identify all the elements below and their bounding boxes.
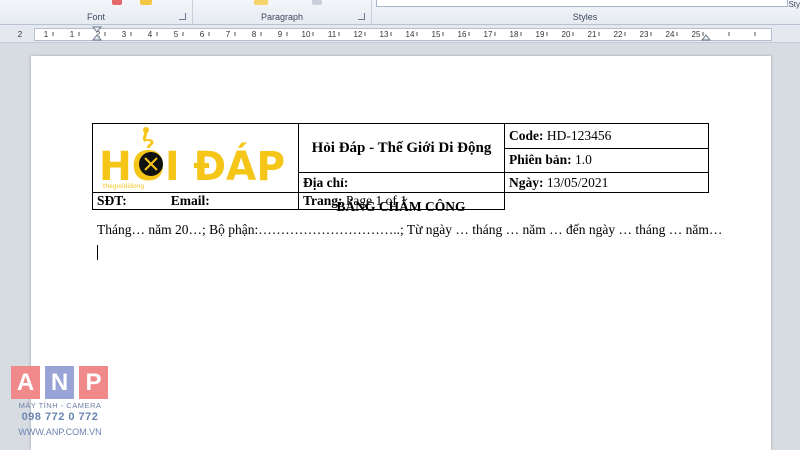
code-value: HD-123456 [543, 127, 612, 143]
ruler-number: 12 [354, 30, 363, 39]
ruler-number: 22 [614, 30, 623, 39]
ruler-number: 21 [588, 30, 597, 39]
styles-group-label: Styles [572, 12, 598, 22]
anp-tile-n: N [45, 366, 74, 399]
ruler-number: 2 [18, 30, 23, 39]
anp-phone: 098 772 0 772 [21, 411, 99, 423]
ruler-number: 1 [44, 30, 49, 39]
font-group-label: Font [86, 12, 105, 22]
ruler-number: 4 [148, 30, 153, 39]
paragraph-group: Paragraph [193, 0, 372, 24]
ruler-number: 23 [640, 30, 649, 39]
hoidap-logo-icon: HỎI ĐÁP thegioididong [99, 127, 285, 190]
ruler-number: 11 [328, 30, 337, 39]
code-label: Code: [509, 127, 544, 143]
ruler-number: 1 [70, 30, 75, 39]
version-value: 1.0 [571, 152, 592, 168]
ruler-number: 14 [406, 30, 415, 39]
ruler-number: 9 [278, 30, 283, 39]
anp-tile-a: A [11, 366, 40, 399]
ruler-number: 8 [252, 30, 257, 39]
text-cursor [97, 245, 98, 260]
paragraph-group-label: Paragraph [260, 12, 304, 22]
code-cell: Code: HD-123456 [504, 123, 709, 149]
logo-antenna-tip [143, 127, 149, 133]
font-dialog-launcher-icon[interactable] [179, 13, 186, 20]
ruler-number: 6 [200, 30, 205, 39]
version-label: Phiên bản: [509, 152, 572, 168]
ruler-number: 20 [562, 30, 571, 39]
ruler-number: 3 [122, 30, 127, 39]
address-cell: Địa chỉ: [298, 172, 505, 193]
version-cell: Phiên bản: 1.0 [504, 147, 709, 174]
ruler-number: 24 [666, 30, 675, 39]
doc-title: BẢNG CHẤM CÔNG [336, 199, 466, 214]
anp-tile-p: P [79, 366, 108, 399]
ruler-number: 16 [458, 30, 467, 39]
date-label: Ngày: [509, 174, 544, 190]
anp-watermark: A N P MÁY TÍNH - CAMERA 098 772 0 772 WW… [11, 366, 109, 444]
ruler-number: 15 [432, 30, 441, 39]
doc-line-month-department: Tháng… năm 20…; Bộ phận:…………………………..; Từ… [97, 222, 723, 237]
paragraph-dialog-launcher-icon[interactable] [358, 13, 365, 20]
company-title: Hỏi Đáp - Thế Giới Di Động [298, 122, 505, 174]
address-label: Địa chỉ: [303, 174, 349, 190]
ribbon: Font Paragraph Styles Sty [0, 0, 800, 25]
ruler-number: 18 [510, 30, 519, 39]
ruler-number: 10 [302, 30, 311, 39]
anp-subtitle: MÁY TÍNH - CAMERA [18, 401, 102, 410]
styles-group: Styles [372, 0, 798, 24]
logo-cell: HỎI ĐÁP thegioididong [92, 123, 299, 193]
ruler-number: 19 [536, 30, 545, 39]
header-table: HỎI ĐÁP thegioididong Hỏi Đáp - Thế Giới… [92, 122, 709, 210]
anp-url: WWW.ANP.COM.VN [18, 427, 102, 437]
logo-tagline: thegioididong [103, 183, 144, 190]
logo-antenna [142, 131, 148, 141]
ruler-number: 5 [174, 30, 179, 39]
ruler-number: 7 [226, 30, 231, 39]
ruler-number: 17 [484, 30, 493, 39]
ruler-number: 13 [380, 30, 389, 39]
styles-partial-label: Sty [788, 0, 800, 9]
ruler-number: 25 [692, 30, 701, 39]
font-group: Font [0, 0, 193, 24]
date-value: 13/05/2021 [543, 174, 609, 190]
date-cell: Ngày: 13/05/2021 [504, 172, 709, 193]
document-page[interactable]: HỎI ĐÁP thegioididong Hỏi Đáp - Thế Giới… [31, 56, 771, 450]
ruler-ticks: 2 1 1 2 3 4 5 6 7 8 9 10 11 12 13 14 15 16 17 18 19 20 21 22 23 2… [18, 26, 756, 41]
